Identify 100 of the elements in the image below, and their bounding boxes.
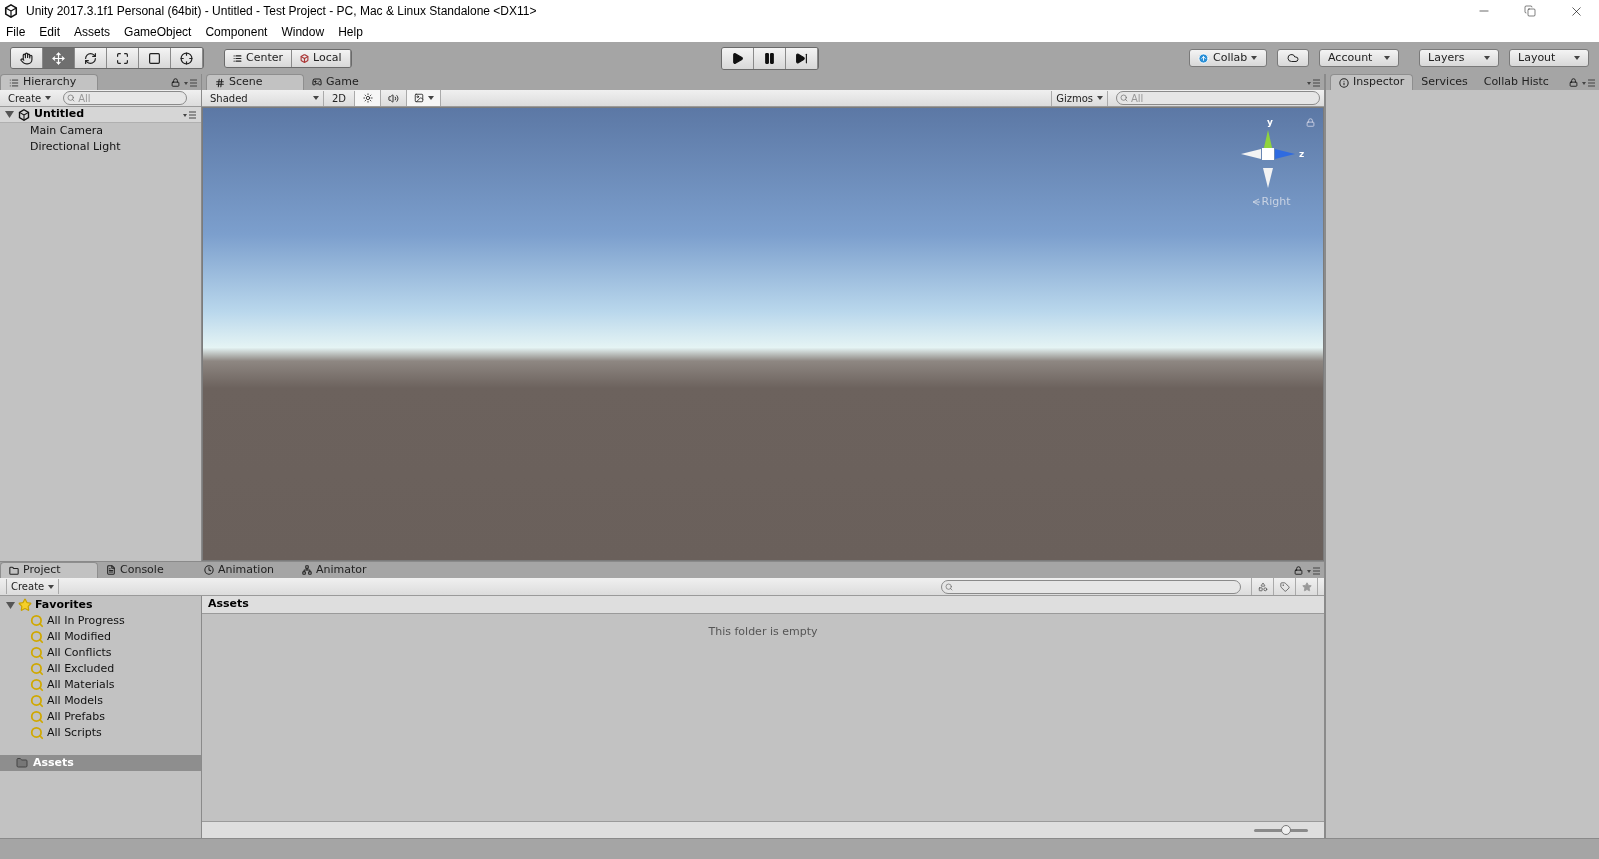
collab-button[interactable]: Collab (1189, 49, 1267, 67)
pivot-local-button[interactable]: Local (292, 49, 351, 67)
caret-icon (1251, 56, 1258, 60)
cloud-button[interactable] (1277, 49, 1309, 67)
search-field[interactable] (941, 579, 1241, 594)
panel-tab[interactable]: Animator (294, 562, 392, 578)
move-tool-button[interactable] (43, 48, 75, 68)
slider-thumb[interactable] (1281, 825, 1292, 835)
star-icon (1301, 581, 1312, 592)
menu-item[interactable]: GameObject (124, 23, 192, 41)
hand-tool-button[interactable] (11, 48, 43, 68)
pause-icon (763, 51, 777, 65)
menu-item[interactable]: Component (205, 23, 268, 41)
panel-tab[interactable]: Game (304, 74, 402, 90)
transform-tool-button[interactable] (171, 48, 203, 68)
step-button[interactable] (786, 47, 819, 69)
panel-tab[interactable]: Collab Histc (1475, 74, 1557, 90)
saved-search-icon (30, 662, 44, 676)
hand-icon (20, 51, 33, 65)
create-dropdown[interactable]: Create (6, 579, 60, 594)
pivot-center-button[interactable]: Center (225, 49, 293, 67)
project-tab-icon (9, 565, 19, 576)
lock-icon[interactable] (171, 78, 180, 87)
sun-icon (362, 93, 373, 103)
saved-search-icon (30, 646, 44, 660)
expand-arrow-icon[interactable] (6, 600, 15, 610)
zoom-slider[interactable] (1254, 825, 1308, 835)
scene-viewport[interactable]: y z Right (202, 107, 1324, 561)
caret-icon (48, 584, 55, 589)
speaker-icon (388, 92, 400, 104)
favorites-label[interactable]: Favorites (35, 596, 93, 614)
hierarchy-item[interactable]: Directional Light (0, 139, 201, 155)
favorite-item[interactable]: All Excluded (47, 660, 115, 678)
panel-tab[interactable]: Project (0, 562, 98, 578)
menu-item[interactable]: File (6, 23, 26, 41)
favorite-item[interactable]: All Materials (47, 676, 115, 694)
animation-tab-icon (204, 565, 214, 575)
panel-tab[interactable]: Console (98, 562, 196, 578)
menu-item[interactable]: Help (338, 23, 363, 41)
lock-icon[interactable] (1569, 78, 1578, 87)
shapes-icon (1257, 581, 1268, 592)
hierarchy-tab-icon (9, 77, 19, 88)
search-field[interactable]: All (63, 91, 188, 105)
cloud-icon (1287, 52, 1299, 64)
tag-icon (1279, 581, 1290, 592)
empty-folder-message: This folder is empty (708, 624, 818, 640)
menu-item[interactable]: Window (281, 23, 325, 41)
account-button[interactable]: Account (1319, 49, 1399, 67)
gizmos-dropdown[interactable]: Gizmos (1051, 90, 1108, 106)
effects-toggle[interactable] (407, 90, 442, 106)
rotate-tool-button[interactable] (75, 48, 107, 68)
pause-button[interactable] (754, 47, 787, 69)
search-icon (1120, 94, 1128, 102)
transform-icon (180, 51, 193, 65)
shading-dropdown[interactable]: Shaded (206, 90, 324, 106)
panel-menu-icon[interactable] (1307, 79, 1320, 87)
panel-tab[interactable]: Inspector (1330, 74, 1414, 90)
saved-search-icon (30, 678, 44, 692)
cube-icon (300, 53, 310, 63)
panel-menu-icon[interactable] (184, 78, 197, 87)
menu-item[interactable]: Assets (74, 23, 111, 41)
panel-tab[interactable]: Hierarchy (0, 74, 98, 90)
layers-button[interactable]: Layers (1419, 49, 1499, 67)
expand-arrow-icon[interactable] (5, 110, 14, 119)
panel-tab[interactable]: Services (1413, 74, 1476, 90)
rect-tool-button[interactable] (139, 48, 171, 68)
z-axis-label: z (1299, 148, 1305, 161)
favorite-item[interactable]: All Prefabs (47, 708, 105, 726)
lock-icon[interactable] (1294, 566, 1303, 575)
menu-item[interactable]: Edit (39, 23, 61, 41)
favorite-item[interactable]: All Scripts (47, 724, 102, 742)
animator-tab-icon (302, 565, 312, 575)
panel-tab[interactable]: Animation (196, 562, 294, 578)
favorite-item[interactable]: All Conflicts (47, 644, 112, 662)
panel-menu-icon[interactable] (183, 110, 196, 119)
lighting-toggle[interactable] (355, 90, 382, 106)
play-icon (731, 51, 745, 65)
favorite-item[interactable]: All Modified (47, 628, 112, 646)
scale-tool-button[interactable] (107, 48, 139, 68)
rect-icon (148, 51, 161, 65)
folder-icon (16, 757, 28, 769)
play-button[interactable] (722, 47, 755, 69)
star-icon (18, 598, 32, 612)
panel-tab[interactable]: Scene (206, 74, 304, 90)
game-tab-icon (312, 77, 322, 87)
create-dropdown[interactable]: Create (4, 90, 56, 106)
layout-button[interactable]: Layout (1509, 49, 1589, 67)
caret-icon (1574, 56, 1580, 60)
rotate-icon (84, 51, 97, 65)
breadcrumb[interactable]: Assets (208, 596, 249, 613)
y-axis-label: y (1267, 116, 1273, 129)
panel-menu-icon[interactable] (1582, 78, 1595, 87)
favorite-item[interactable]: All Models (47, 692, 103, 710)
favorite-item[interactable]: All In Progress (47, 612, 125, 630)
scale-icon (116, 51, 129, 65)
panel-menu-icon[interactable] (1307, 566, 1320, 575)
search-field[interactable]: All (1116, 91, 1320, 105)
image-icon (413, 93, 424, 103)
hierarchy-item[interactable]: Main Camera (0, 123, 201, 139)
step-icon (795, 51, 809, 65)
